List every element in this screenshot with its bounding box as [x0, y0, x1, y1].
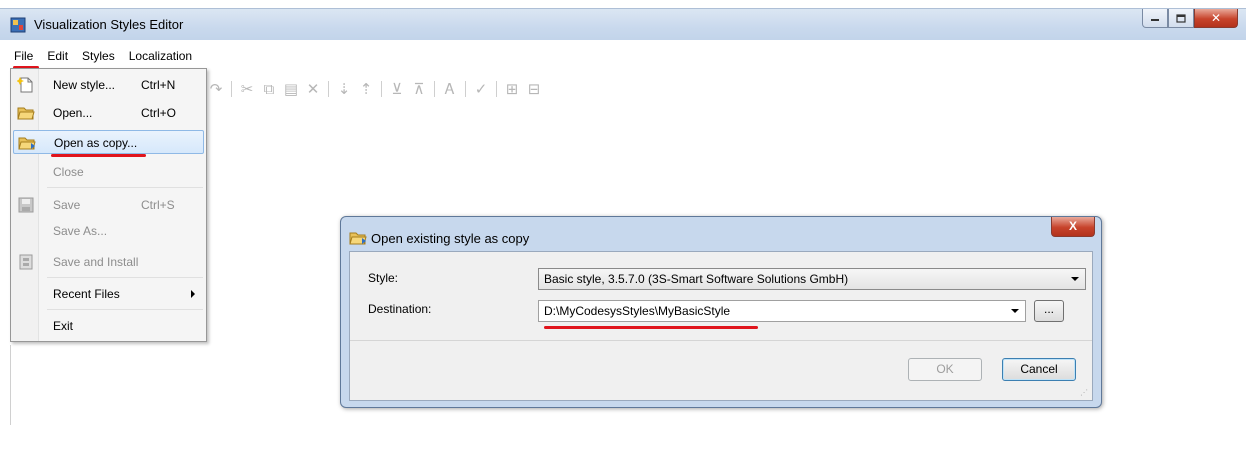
chevron-down-icon	[1071, 277, 1079, 281]
minimize-button[interactable]	[1142, 9, 1168, 28]
copy-icon[interactable]: ⧉	[258, 81, 280, 98]
style-label: Style:	[368, 271, 399, 285]
toolbar-separator	[328, 81, 329, 97]
submenu-arrow-icon	[191, 290, 195, 298]
open-copy-icon	[349, 232, 367, 245]
align-top-icon[interactable]: ⊼	[408, 80, 430, 98]
menu-separator	[47, 277, 203, 278]
move-up-icon[interactable]: ⇡	[355, 80, 377, 98]
dialog-close-button[interactable]: X	[1051, 217, 1095, 237]
install-icon	[19, 254, 33, 270]
menu-separator	[47, 309, 203, 310]
menu-item-close[interactable]: Close	[13, 160, 204, 184]
export-icon[interactable]: ⊞	[501, 80, 523, 98]
menu-item-save-and-install[interactable]: Save and Install	[13, 250, 204, 274]
chevron-down-icon	[1011, 309, 1019, 313]
browse-button[interactable]: ...	[1034, 300, 1064, 322]
destination-label: Destination:	[368, 302, 432, 316]
dialog-title: Open existing style as copy	[371, 231, 530, 246]
open-copy-icon	[18, 137, 36, 150]
toolbar-separator	[465, 81, 466, 97]
menu-bar: File Edit Styles Localization	[0, 40, 1246, 68]
style-select-value: Basic style, 3.5.7.0 (3S-Smart Software …	[544, 272, 849, 286]
maximize-button[interactable]	[1168, 9, 1194, 28]
check-icon[interactable]: ✓	[470, 80, 492, 98]
redo-icon[interactable]: ↷	[205, 80, 227, 98]
toolbar-separator	[434, 81, 435, 97]
dialog-body: Style: Basic style, 3.5.7.0 (3S-Smart So…	[349, 251, 1093, 401]
style-select[interactable]: Basic style, 3.5.7.0 (3S-Smart Software …	[538, 268, 1086, 290]
new-style-icon	[17, 77, 33, 93]
delete-icon[interactable]: ✕	[302, 80, 324, 98]
menu-item-save-as[interactable]: Save As...	[13, 219, 204, 243]
resize-grip-icon[interactable]: ⋰	[1080, 388, 1090, 398]
menu-edit[interactable]: Edit	[40, 40, 75, 68]
menu-item-recent-files[interactable]: Recent Files	[13, 282, 204, 306]
toolbar-separator	[496, 81, 497, 97]
dialog-separator	[350, 340, 1092, 341]
window-edge	[10, 345, 11, 425]
maximize-icon	[1176, 13, 1186, 23]
menu-file[interactable]: File	[10, 40, 40, 68]
menu-item-exit[interactable]: Exit	[13, 314, 204, 338]
open-folder-icon	[17, 107, 35, 120]
open-as-copy-annotation-underline	[51, 154, 146, 157]
menu-separator	[47, 187, 203, 188]
window-controls: ✕	[1142, 9, 1238, 29]
move-down-icon[interactable]: ⇣	[333, 80, 355, 98]
window-title: Visualization Styles Editor	[34, 17, 184, 32]
toolbar-separator	[231, 81, 232, 97]
rename-icon[interactable]: Ꭺ	[439, 81, 461, 98]
ok-button[interactable]: OK	[908, 358, 982, 381]
minimize-icon	[1151, 19, 1159, 21]
open-as-copy-dialog: Open existing style as copy X Style: Bas…	[340, 216, 1102, 408]
toolbar: ↷ ✂ ⧉ ▤ ✕ ⇣ ⇡ ⊻ ⊼ Ꭺ ✓ ⊞ ⊟	[205, 78, 545, 100]
close-button[interactable]: ✕	[1194, 9, 1238, 28]
menu-item-open[interactable]: Open... Ctrl+O	[13, 101, 204, 125]
destination-input-value: D:\MyCodesysStyles\MyBasicStyle	[544, 304, 731, 318]
title-bar: Visualization Styles Editor ✕	[0, 8, 1246, 40]
destination-annotation-underline	[544, 326, 758, 329]
menu-localization[interactable]: Localization	[122, 40, 199, 68]
cancel-button[interactable]: Cancel	[1002, 358, 1076, 381]
file-menu-dropdown: New style... Ctrl+N Open... Ctrl+O Open …	[10, 68, 207, 342]
import-icon[interactable]: ⊟	[523, 80, 545, 98]
destination-input[interactable]: D:\MyCodesysStyles\MyBasicStyle	[538, 300, 1026, 322]
menu-item-save[interactable]: Save Ctrl+S	[13, 193, 204, 217]
cut-icon[interactable]: ✂	[236, 80, 258, 98]
paste-icon[interactable]: ▤	[280, 80, 302, 98]
main-window: Visualization Styles Editor ✕ File Edit …	[0, 0, 1246, 449]
menu-item-open-as-copy[interactable]: Open as copy...	[13, 130, 204, 154]
toolbar-separator	[381, 81, 382, 97]
menu-styles[interactable]: Styles	[75, 40, 122, 68]
save-icon	[18, 197, 34, 213]
app-icon	[10, 17, 26, 33]
close-icon: X	[1068, 219, 1077, 233]
close-icon: ✕	[1210, 11, 1222, 25]
menu-item-new-style[interactable]: New style... Ctrl+N	[13, 73, 204, 97]
align-bottom-icon[interactable]: ⊻	[386, 80, 408, 98]
